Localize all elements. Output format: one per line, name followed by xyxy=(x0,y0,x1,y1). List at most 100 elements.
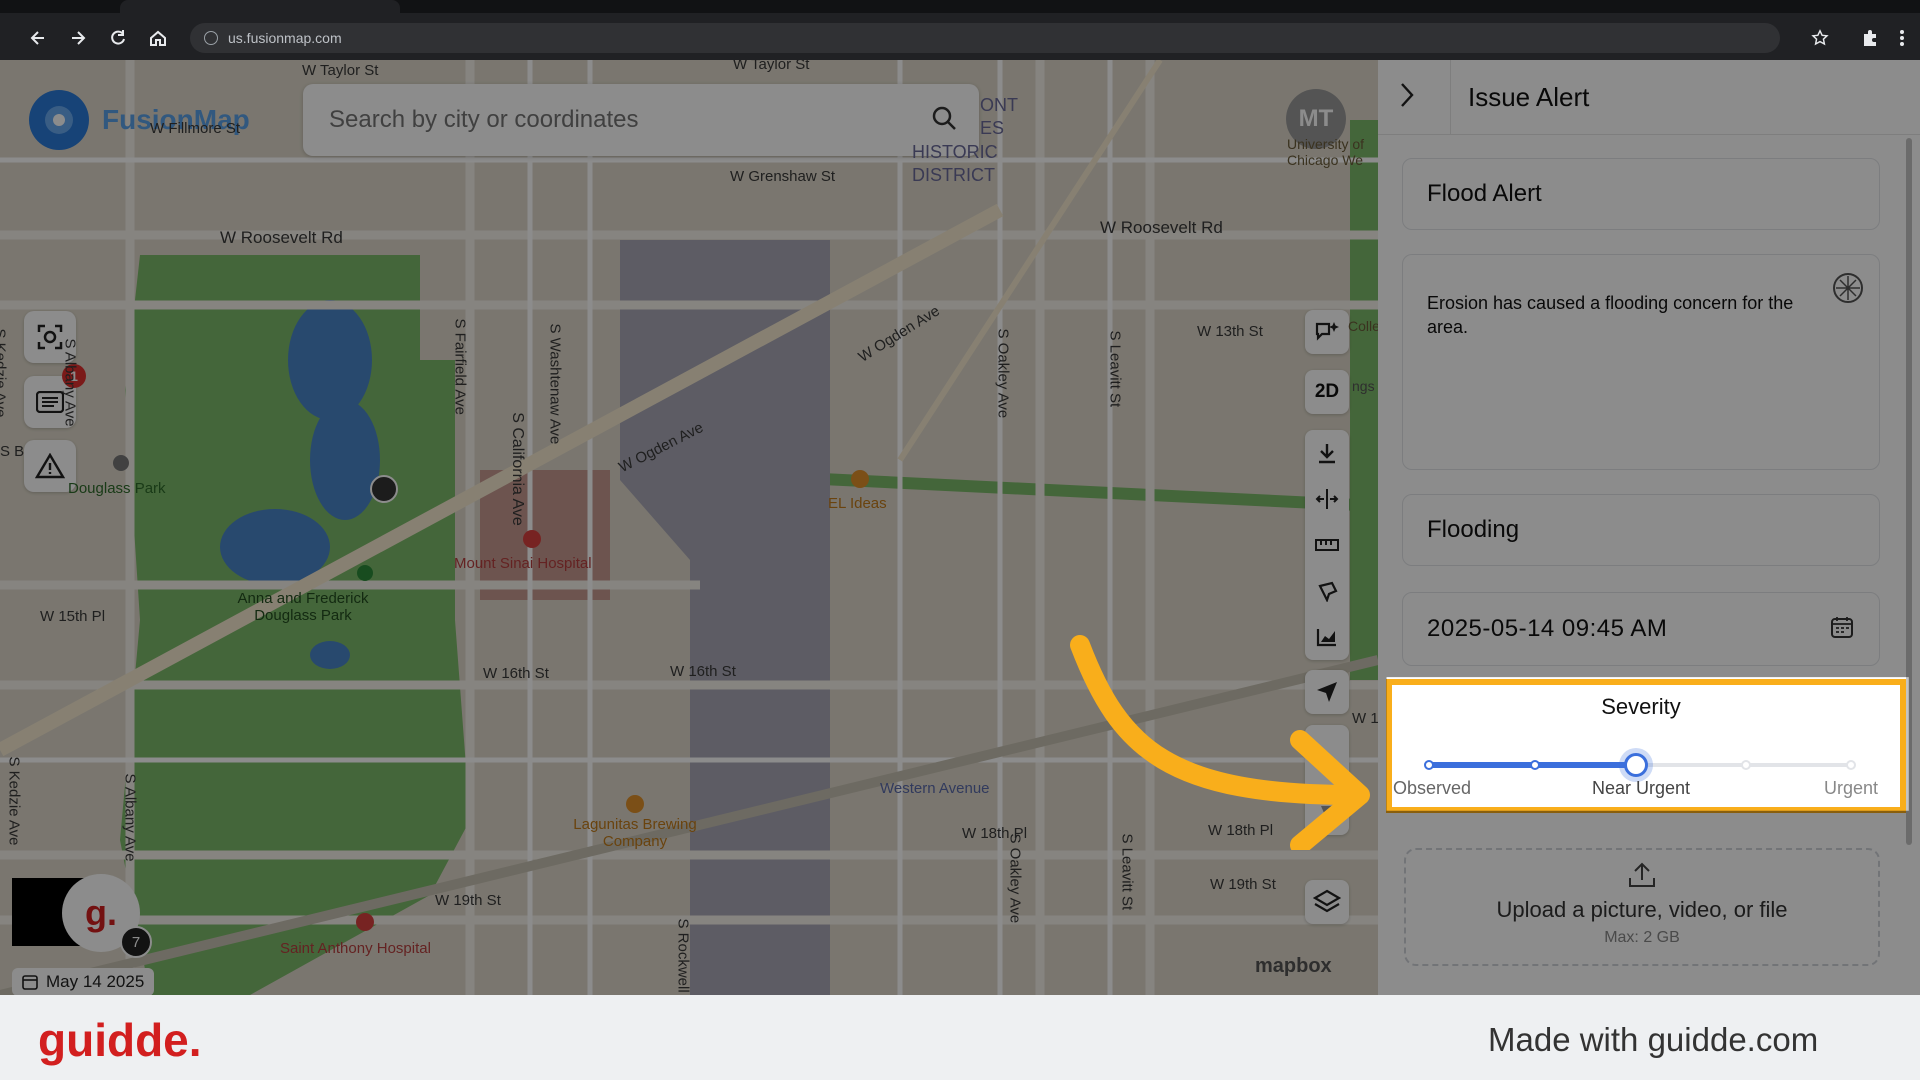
sparkle-chat-icon xyxy=(1315,322,1339,341)
header-divider xyxy=(1450,60,1451,134)
lake-north xyxy=(288,300,372,420)
tab-strip xyxy=(0,0,1920,13)
restaurant-marker-icon[interactable] xyxy=(851,470,869,488)
street-label: W 19th St xyxy=(1210,876,1276,893)
search-input[interactable] xyxy=(327,105,891,135)
upload-dropzone[interactable]: Upload a picture, video, or file Max: 2 … xyxy=(1404,848,1880,966)
severity-label: Severity xyxy=(1601,694,1681,719)
street-label: S Kedzie Ave xyxy=(5,756,23,846)
bookmark-star-icon[interactable] xyxy=(1806,24,1834,52)
street-label: S B xyxy=(0,443,25,460)
street-label: W Taylor St xyxy=(733,60,810,73)
green-strip-east xyxy=(1350,120,1378,680)
severity-step-urgent[interactable] xyxy=(1846,760,1856,770)
ruler-icon[interactable] xyxy=(1305,522,1349,568)
ai-assist-button[interactable] xyxy=(1305,310,1349,354)
datetime-value: 2025-05-14 09:45 AM xyxy=(1427,615,1668,642)
warning-icon xyxy=(35,453,65,479)
mapbox-attribution[interactable]: mapbox xyxy=(1255,955,1332,978)
ai-generate-icon[interactable] xyxy=(1831,271,1865,310)
map-canvas[interactable]: FusionMap MT 1 2D W Taylor St W xyxy=(0,60,1378,995)
place-label: University of Chicago We xyxy=(1287,136,1365,168)
list-icon xyxy=(36,391,64,413)
download-icon[interactable] xyxy=(1305,430,1349,476)
severity-step-observed[interactable] xyxy=(1424,760,1434,770)
street-label: S Albany Ave xyxy=(121,773,139,862)
street-label: S Fairfield Ave xyxy=(451,318,469,415)
split-view-icon[interactable] xyxy=(1305,476,1349,522)
severity-option-urgent: Urgent xyxy=(1824,778,1879,798)
street-label: S Leavitt St xyxy=(1106,330,1124,408)
category-value: Flooding xyxy=(1427,516,1520,543)
category-field[interactable]: Flooding xyxy=(1402,494,1880,566)
forward-icon[interactable] xyxy=(64,24,92,52)
severity-option-near-urgent: Near Urgent xyxy=(1592,778,1691,798)
severity-slider-thumb[interactable] xyxy=(1624,753,1648,777)
alert-type-value: Flood Alert xyxy=(1427,180,1542,207)
browser-chrome: us.fusionmap.com xyxy=(0,0,1920,60)
street-label: S Kedzie Ave xyxy=(0,329,9,418)
place-label: EL Ideas xyxy=(828,495,887,512)
street-label: W 13th St xyxy=(1197,323,1263,340)
street-label: S Albany Ave xyxy=(61,338,79,427)
place-label: HISTORIC xyxy=(912,142,998,162)
street-label: W 15th Pl xyxy=(40,608,106,625)
date-label: May 14 2025 xyxy=(46,972,145,991)
upload-label: Upload a picture, video, or file xyxy=(1496,897,1788,922)
extensions-icon[interactable] xyxy=(1856,24,1884,52)
place-label: ONT xyxy=(980,95,1018,115)
browser-tab[interactable] xyxy=(120,0,400,13)
severity-step-4[interactable] xyxy=(1741,760,1751,770)
panel-scrollbar[interactable] xyxy=(1906,138,1912,845)
panel-header: Issue Alert xyxy=(1378,60,1920,135)
browser-menu-icon[interactable] xyxy=(1888,24,1916,52)
layers-icon xyxy=(1313,889,1341,913)
street-label: W Grenshaw St xyxy=(730,168,836,185)
street-label: W Fillmore St xyxy=(150,120,240,137)
place-label: Saint Anthony Hospital xyxy=(280,940,431,957)
lake-middle xyxy=(310,400,380,520)
severity-step-2[interactable] xyxy=(1530,760,1540,770)
back-icon[interactable] xyxy=(24,24,52,52)
home-icon[interactable] xyxy=(144,24,172,52)
street-label: S California Ave xyxy=(508,412,526,526)
view-2d-button[interactable]: 2D xyxy=(1305,370,1349,414)
hospital-marker-icon[interactable] xyxy=(356,913,374,931)
fusionmap-logo-icon xyxy=(29,90,89,150)
lake-small xyxy=(310,641,350,669)
search-icon[interactable] xyxy=(931,105,957,136)
collapse-chevron-icon[interactable] xyxy=(1398,80,1416,115)
datetime-field[interactable]: 2025-05-14 09:45 AM xyxy=(1402,592,1880,666)
upload-icon xyxy=(1406,862,1878,893)
info-marker-icon[interactable] xyxy=(113,455,129,471)
avatar-badge: 7 xyxy=(120,926,152,958)
location-pin-icon[interactable] xyxy=(370,475,398,503)
place-label: Western Avenue xyxy=(880,780,990,797)
street-label: W Taylor St xyxy=(302,62,379,79)
hospital-marker-icon[interactable] xyxy=(523,530,541,548)
layers-button[interactable] xyxy=(1305,880,1349,924)
description-field[interactable]: Erosion has caused a flooding concern fo… xyxy=(1402,254,1880,470)
park-marker-icon[interactable] xyxy=(357,565,373,581)
place-label: ngs xyxy=(1352,378,1375,394)
site-info-icon[interactable] xyxy=(204,31,218,45)
made-with-text: Made with guidde.com xyxy=(1488,1021,1819,1058)
polygon-draw-icon[interactable] xyxy=(1305,568,1349,614)
map-search-box[interactable] xyxy=(303,84,979,156)
annotation-arrow xyxy=(1070,635,1370,850)
guidde-footer: guidde. Made with guidde.com xyxy=(0,995,1920,1080)
map-tool-group xyxy=(1305,430,1349,660)
place-label: Anna and Frederick Douglass Park xyxy=(237,590,369,624)
place-label: Colle xyxy=(1348,318,1378,334)
street-label: W Roosevelt Rd xyxy=(220,228,343,247)
brewery-marker-icon[interactable] xyxy=(626,795,644,813)
panel-title: Issue Alert xyxy=(1468,82,1590,112)
address-bar[interactable]: us.fusionmap.com xyxy=(190,23,1780,53)
date-chip[interactable]: May 14 2025 xyxy=(12,968,155,995)
reload-icon[interactable] xyxy=(104,24,132,52)
place-label: Mount Sinai Hospital xyxy=(454,555,592,572)
alert-type-field[interactable]: Flood Alert xyxy=(1402,158,1880,230)
street-label: S Washtenaw Ave xyxy=(546,323,564,445)
calendar-icon[interactable] xyxy=(1831,616,1853,643)
street-label: W 16th St xyxy=(483,665,549,682)
